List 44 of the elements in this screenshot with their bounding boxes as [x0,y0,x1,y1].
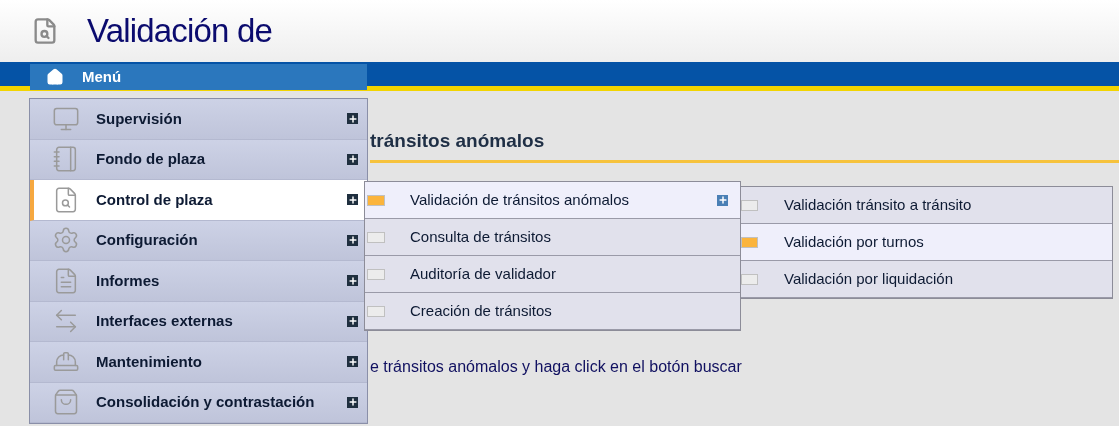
menu-item[interactable]: Interfaces externas [30,301,367,342]
menu-item[interactable]: Fondo de plaza [30,139,367,180]
menu-label: Control de plaza [96,189,214,210]
submenu-label: Auditoría de validador [410,263,557,284]
gear-icon [52,226,80,255]
submenu-label: Validación por liquidación [784,268,953,289]
indicator-icon [367,305,385,317]
home-icon [46,68,64,86]
section-heading: tránsitos anómalos [370,127,1119,163]
menu-item[interactable]: Configuración [30,220,367,261]
submenu-item[interactable]: Validación por liquidación [741,261,1112,298]
submenu-item[interactable]: Validación de tránsitos anómalos [365,182,740,219]
bag-icon [52,388,80,417]
menu-label: Consolidación y contrastación [96,392,316,412]
menu-item[interactable]: Informes [30,261,367,302]
menu-label: Fondo de plaza [96,149,207,169]
submenu-item[interactable]: Creación de tránsitos [365,293,740,330]
submenu-label: Validación tránsito a tránsito [784,194,972,215]
submenu-item[interactable]: Validación tránsito a tránsito [741,187,1112,224]
menu-item[interactable]: Consolidación y contrastación [30,382,367,423]
menu-label: Mantenimiento [96,351,203,372]
submenu-item[interactable]: Validación por turnos [741,224,1112,261]
indicator-icon [741,273,758,285]
menu-label: Informes [96,270,161,291]
submenu-label: Creación de tránsitos [410,300,553,321]
menu-button[interactable]: Menú [30,64,367,90]
menu-item[interactable]: Mantenimiento [30,342,367,383]
menu-item[interactable]: Supervisión [30,99,367,140]
indicator-icon [741,236,758,248]
page-title: Validación de [87,11,272,52]
indicator-icon [367,268,385,280]
menu-label: Supervisión [96,108,183,129]
indicator-icon [367,231,385,243]
indicator-icon [741,199,758,211]
menu-label: Configuración [96,230,199,250]
indicator-icon [367,194,385,206]
menu-label: Interfaces externas [96,311,234,331]
submenu-label: Validación por turnos [784,231,924,252]
submenu-item[interactable]: Auditoría de validador [365,256,740,293]
submenu-label: Consulta de tránsitos [410,226,552,247]
submenu-label: Validación de tránsitos anómalos [410,189,631,210]
submenu-item[interactable]: Consulta de tránsitos [365,219,740,256]
menu-item[interactable]: Control de plaza [30,180,367,221]
instruction-text: e tránsitos anómalos y haga click en el botón buscar [370,356,743,377]
